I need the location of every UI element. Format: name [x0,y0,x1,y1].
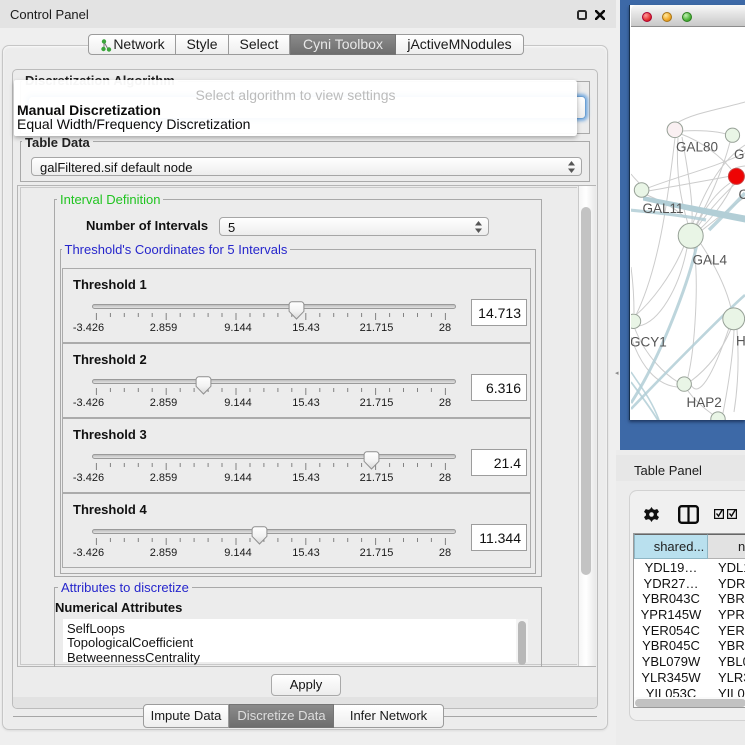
svg-text:C: C [739,187,745,202]
svg-text:GAL80: GAL80 [676,140,718,155]
svg-text:H: H [736,334,745,349]
svg-text:G: G [734,147,745,162]
svg-text:GCY1: GCY1 [631,335,667,350]
svg-text:GAL4: GAL4 [693,253,728,268]
svg-text:HAP2: HAP2 [687,395,722,410]
svg-text:GAL11: GAL11 [643,201,684,216]
